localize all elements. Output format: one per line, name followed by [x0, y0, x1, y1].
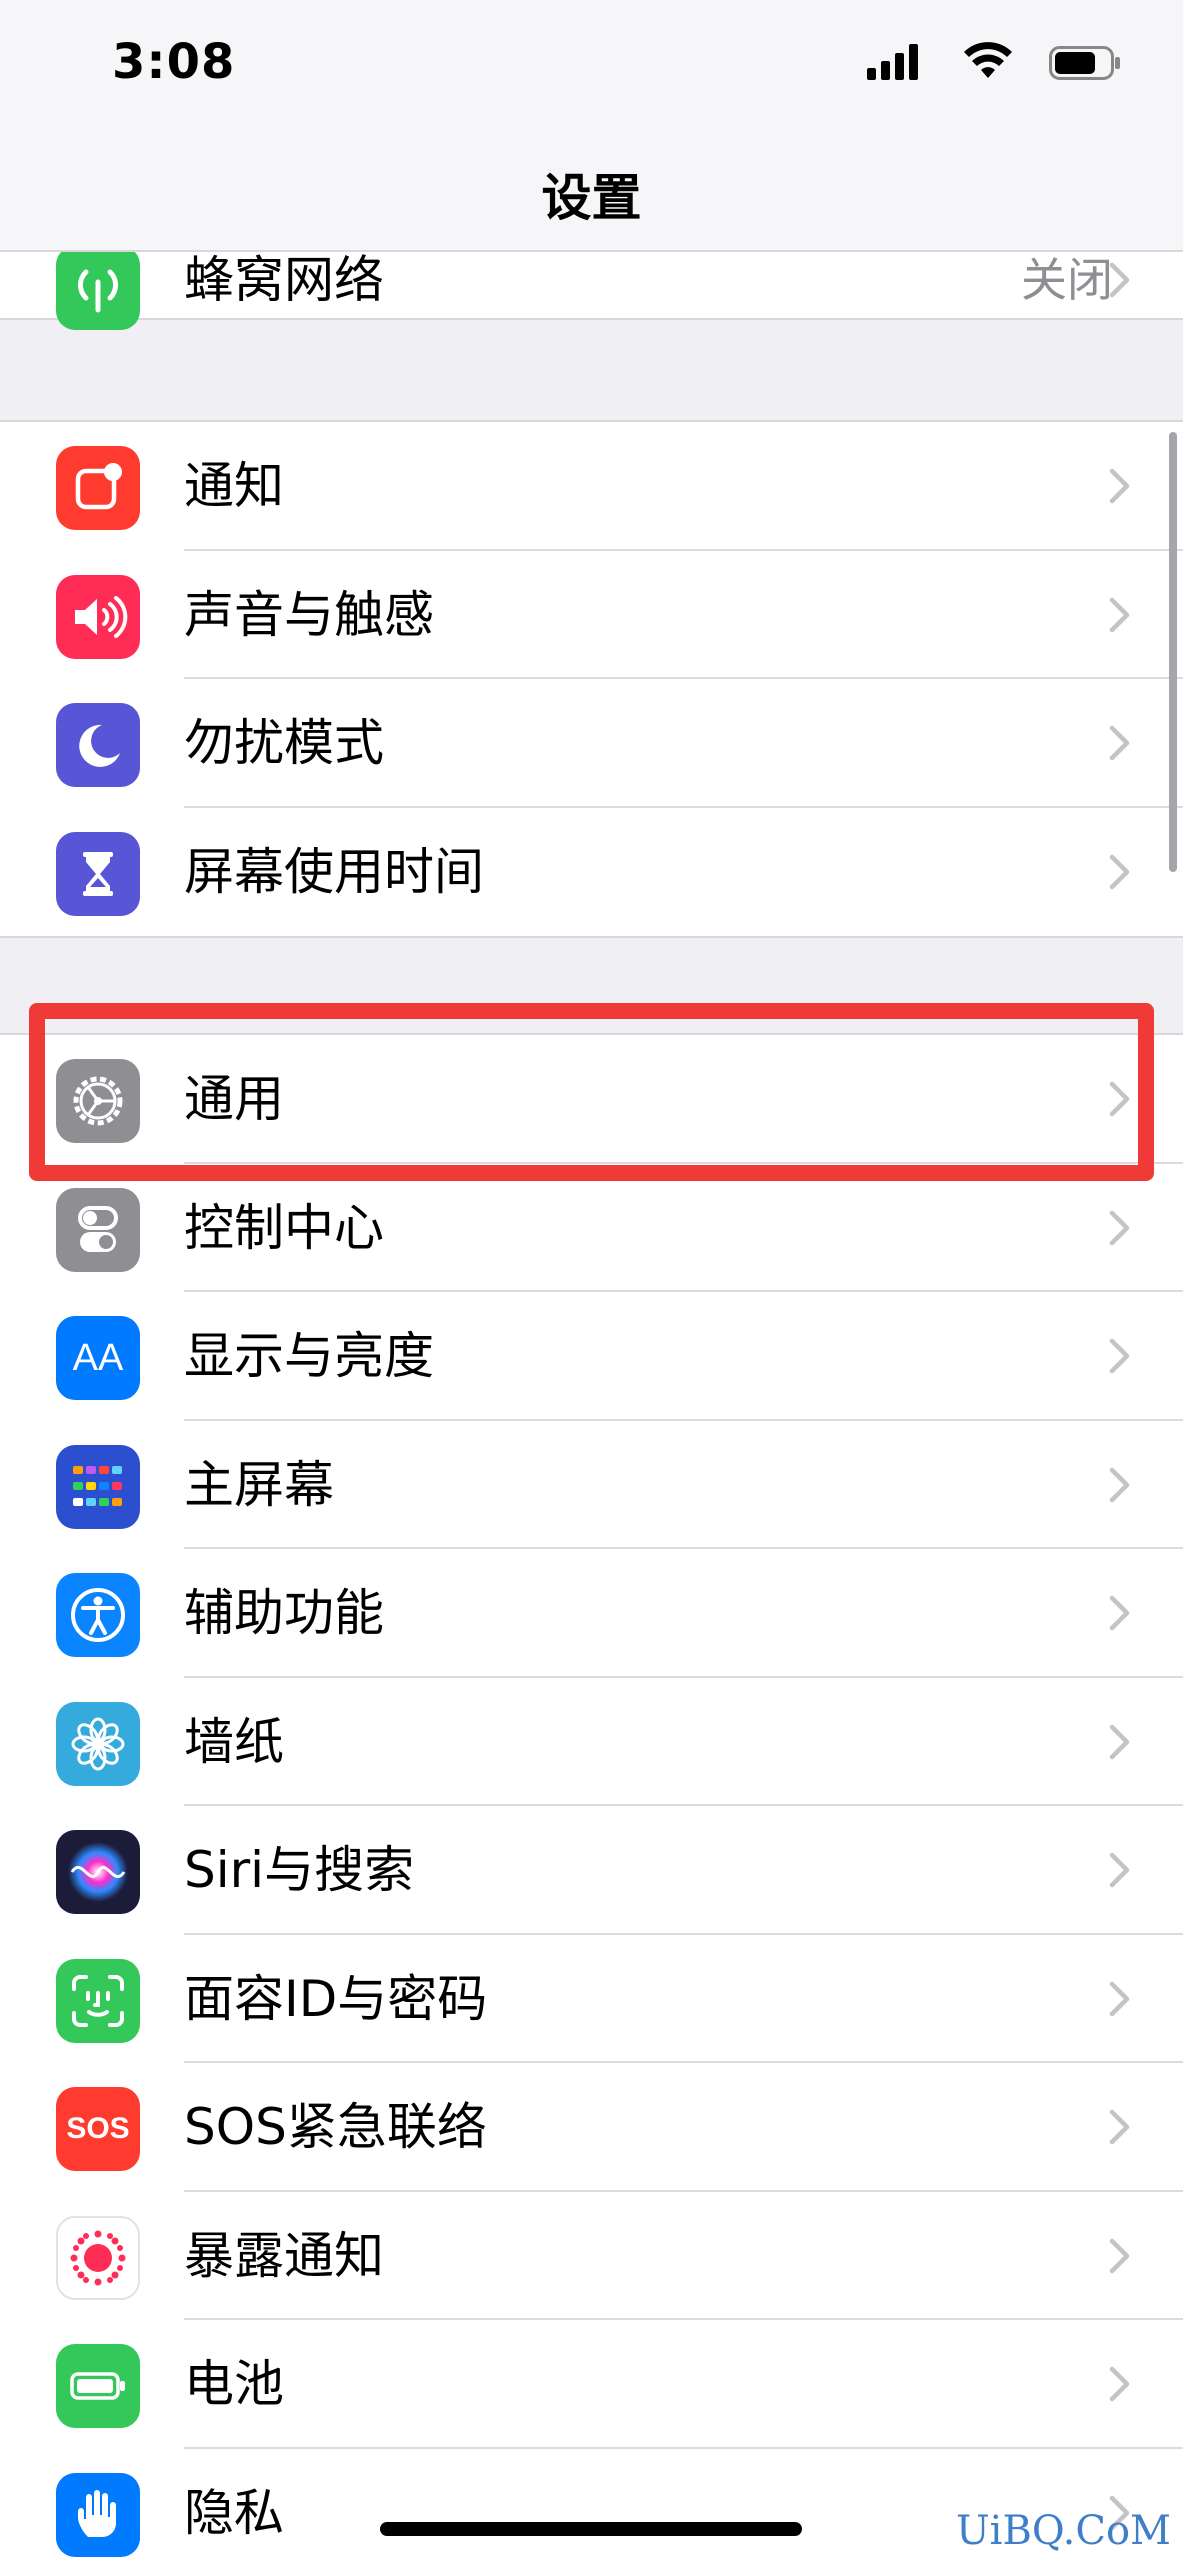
chevron-right-icon	[1109, 1981, 1130, 2016]
accessibility-icon	[56, 1573, 140, 1657]
battery-status-icon	[1049, 46, 1120, 80]
faceid-icon	[56, 1958, 140, 2043]
chevron-right-icon	[1109, 468, 1130, 504]
row-label: 辅助功能	[184, 1584, 384, 1642]
row-siri[interactable]: Siri与搜索	[0, 1806, 1183, 1935]
group-notifications: 通知 声音与触感 勿扰模式 屏幕使用时间	[0, 420, 1183, 938]
row-label: 暴露通知	[184, 2226, 384, 2285]
row-label: Siri与搜索	[184, 1841, 415, 1899]
chevron-right-icon	[1109, 2366, 1130, 2402]
row-notifications[interactable]: 通知	[0, 422, 1183, 551]
row-label: SOS紧急联络	[184, 2098, 487, 2156]
row-screen-time[interactable]: 屏幕使用时间	[0, 808, 1183, 937]
row-sounds[interactable]: 声音与触感	[0, 551, 1183, 679]
page-title: 设置	[541, 169, 642, 227]
siri-icon	[56, 1830, 140, 1914]
row-label: 声音与触感	[184, 585, 434, 644]
row-label: 勿扰模式	[184, 714, 384, 772]
hourglass-icon	[56, 831, 140, 916]
row-label: 电池	[184, 2355, 284, 2413]
chevron-right-icon	[1109, 1467, 1130, 1502]
row-do-not-disturb[interactable]: 勿扰模式	[0, 679, 1183, 808]
row-label: 主屏幕	[184, 1455, 334, 1514]
chevron-right-icon	[1109, 597, 1130, 632]
sos-icon: SOS	[56, 2087, 140, 2171]
row-control-center[interactable]: 控制中心	[0, 1164, 1183, 1292]
notification-icon	[56, 446, 140, 530]
row-label: 屏幕使用时间	[184, 842, 484, 901]
sos-icon-text: SOS	[66, 2112, 130, 2145]
row-label: 面容ID与密码	[184, 1969, 488, 2028]
chevron-right-icon	[1109, 2109, 1130, 2145]
cellular-signal-icon	[867, 44, 918, 80]
row-wallpaper[interactable]: 墙纸	[0, 1678, 1183, 1806]
moon-icon	[56, 703, 140, 787]
chevron-right-icon	[1109, 1210, 1130, 1245]
row-battery[interactable]: 电池	[0, 2320, 1183, 2449]
row-display[interactable]: AA 显示与亮度	[0, 1292, 1183, 1421]
chevron-right-icon	[1109, 1595, 1130, 1631]
aa-icon: AA	[56, 1316, 140, 1400]
chevron-right-icon	[1109, 725, 1130, 761]
row-label: 隐私	[184, 2483, 284, 2542]
speaker-icon	[56, 574, 140, 659]
chevron-right-icon	[1109, 854, 1130, 889]
row-face-id[interactable]: 面容ID与密码	[0, 1935, 1183, 2063]
row-label: 通知	[184, 457, 284, 515]
antenna-icon	[56, 246, 140, 330]
chevron-right-icon	[1109, 1724, 1130, 1759]
home-grid-icon	[56, 1444, 140, 1529]
chevron-right-icon	[1109, 1852, 1130, 1888]
row-label: 显示与亮度	[184, 1327, 434, 1385]
group-general: 通用 控制中心 AA 显示与亮度 主屏幕 辅助功能 墙纸 Siri与搜索 面容I…	[0, 1033, 1183, 2560]
status-time: 3:08	[112, 34, 236, 90]
row-accessibility[interactable]: 辅助功能	[0, 1549, 1183, 1678]
row-label: 控制中心	[184, 1198, 384, 1257]
highlight-box	[29, 1003, 1154, 1181]
chevron-right-icon	[1109, 262, 1130, 298]
hand-icon	[56, 2472, 140, 2557]
wifi-icon	[964, 42, 1012, 78]
flower-icon	[56, 1701, 140, 1786]
row-emergency-sos[interactable]: SOS SOS紧急联络	[0, 2063, 1183, 2192]
home-indicator[interactable]	[380, 2522, 802, 2536]
top-bar: 3:08 设置	[0, 0, 1183, 252]
row-home-screen[interactable]: 主屏幕	[0, 1421, 1183, 1549]
row-exposure[interactable]: 暴露通知	[0, 2192, 1183, 2320]
aa-icon-text: AA	[72, 1336, 124, 1379]
battery-icon	[56, 2344, 140, 2428]
chevron-right-icon	[1109, 2238, 1130, 2273]
row-label: 墙纸	[184, 1712, 284, 1771]
scrollbar[interactable]	[1169, 432, 1177, 872]
exposure-icon	[56, 2215, 140, 2300]
chevron-right-icon	[1109, 1338, 1130, 1374]
watermark: UiBQ.CoM	[955, 2508, 1171, 2554]
toggles-icon	[56, 1187, 140, 1272]
status-icons	[861, 42, 1121, 84]
